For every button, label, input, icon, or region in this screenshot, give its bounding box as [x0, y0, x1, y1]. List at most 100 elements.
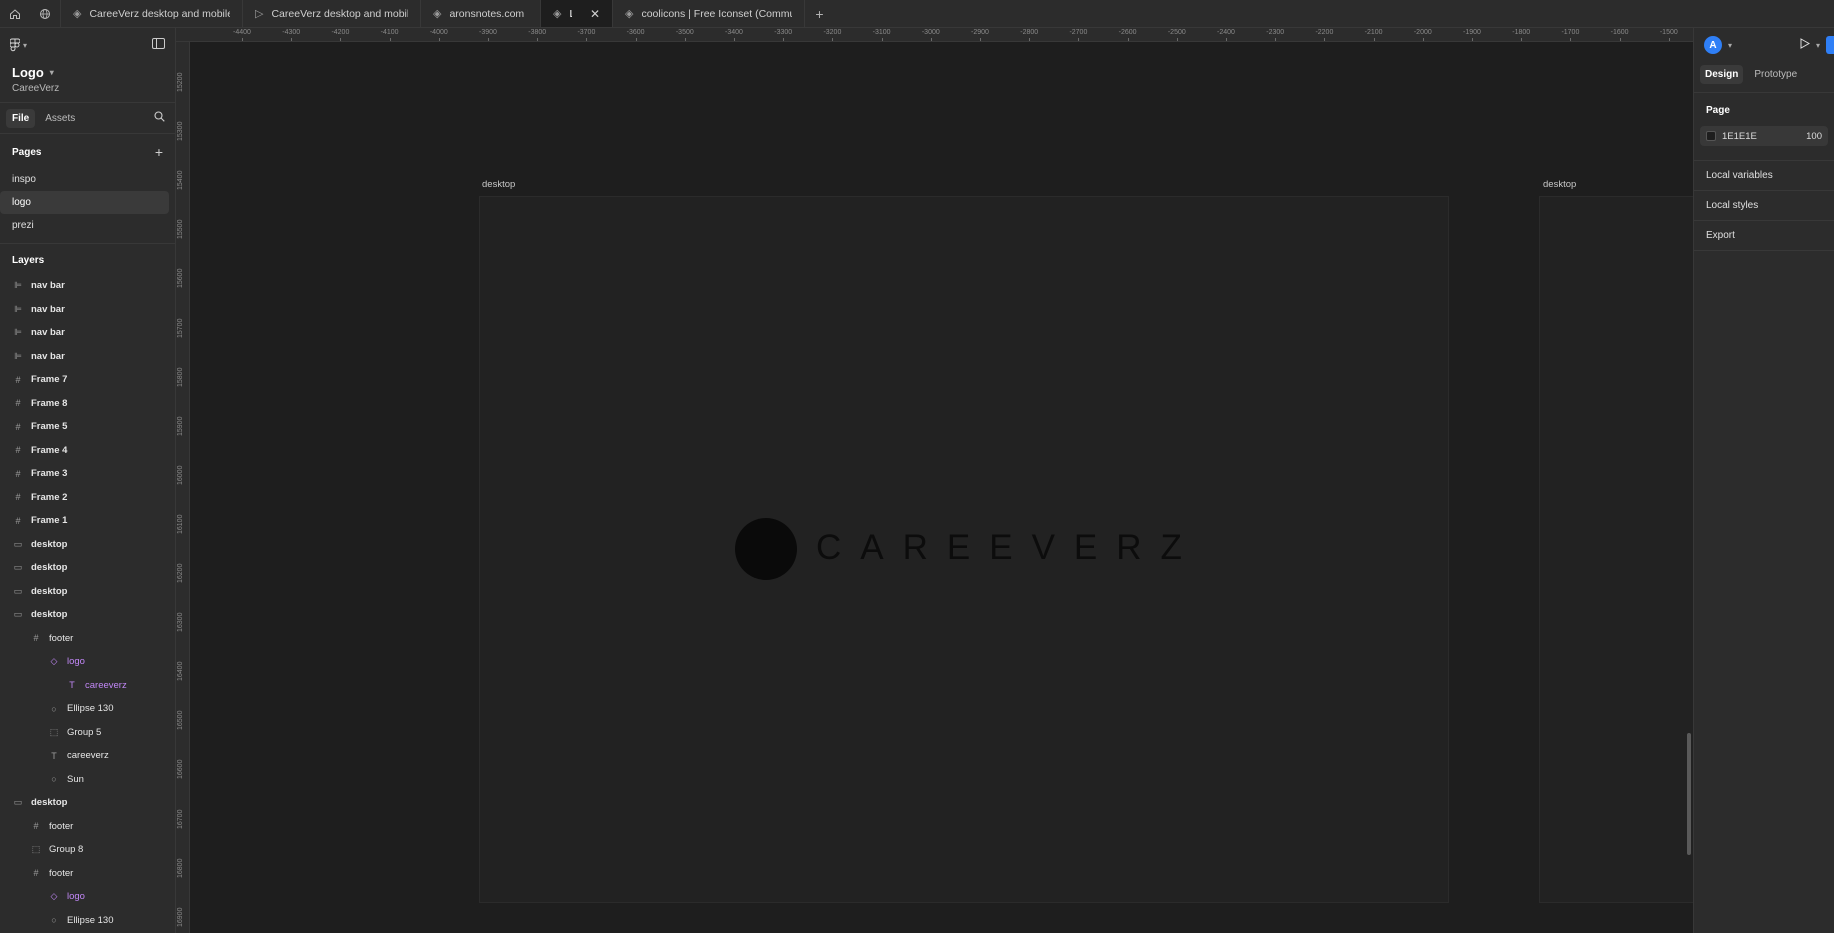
layer-name: Frame 3 — [31, 468, 68, 480]
present-play-icon[interactable] — [1800, 38, 1811, 52]
layer-name: desktop — [31, 585, 68, 597]
page-color-hex[interactable]: 1E1E1E — [1722, 131, 1757, 142]
tab-design[interactable]: Design — [1700, 64, 1744, 84]
ruler-tick-label: 16000 — [177, 465, 184, 485]
layer-row[interactable]: ▭ desktop — [0, 603, 175, 627]
layer-row[interactable]: Tcareeverz — [0, 674, 175, 698]
frame-label[interactable]: desktop — [1543, 179, 1576, 190]
ruler-tick-label: -3600 — [626, 29, 645, 36]
export-row[interactable]: Export — [1694, 220, 1834, 250]
tab-prototype[interactable]: Prototype — [1749, 65, 1802, 84]
ruler-tick-label: 16800 — [177, 858, 184, 878]
layer-row[interactable]: ◇ logo — [0, 885, 175, 909]
layer-row[interactable]: ▭ desktop — [0, 556, 175, 580]
pages-list: inspo logo prezi — [0, 168, 175, 237]
ruler-tick-label: -2100 — [1364, 29, 1383, 36]
home-icon[interactable] — [0, 0, 30, 27]
local-styles-row[interactable]: Local styles — [1694, 190, 1834, 220]
layer-name: careeverz — [67, 750, 109, 762]
layer-row[interactable]: # Frame 1 — [0, 509, 175, 533]
page-item-logo[interactable]: logo — [0, 191, 169, 214]
page-item-prezi[interactable]: prezi — [0, 214, 169, 237]
page-opacity[interactable]: 100 — [1806, 131, 1822, 142]
page-color-field[interactable]: 1E1E1E 100 — [1700, 126, 1828, 146]
layer-row[interactable]: ○ Ellipse 130 — [0, 697, 175, 721]
layer-row[interactable]: ▭ desktop — [0, 791, 175, 815]
page-item-inspo[interactable]: inspo — [0, 168, 169, 191]
ruler-tick-mark — [291, 38, 293, 41]
layer-row[interactable]: # footer — [0, 815, 175, 839]
layer-name: desktop — [31, 797, 68, 809]
logo-ellipse[interactable] — [735, 518, 797, 580]
new-tab-plus-icon[interactable]: + — [804, 0, 834, 27]
file-name-menu[interactable]: Logo ▾ — [0, 65, 175, 80]
ruler-tick-label: -1700 — [1561, 29, 1580, 36]
layer-row[interactable]: ▭ desktop — [0, 580, 175, 604]
ruler-tick-label: 15500 — [177, 219, 184, 240]
ruler-tick-mark — [1668, 38, 1670, 41]
section-icon: ▭ — [13, 538, 23, 549]
chevron-down-icon[interactable]: ▾ — [1728, 41, 1732, 50]
frame-label[interactable]: desktop — [482, 179, 515, 190]
desktop-frame[interactable]: CAREEVERZ — [479, 196, 1449, 903]
frame-icon: # — [15, 468, 21, 479]
ruler-tick-label: -2300 — [1266, 29, 1285, 36]
ruler-tick-label: 16900 — [177, 907, 184, 927]
tab-3[interactable]: ◈ Logo ✕ — [540, 0, 612, 27]
layer-row[interactable]: # Frame 2 — [0, 486, 175, 510]
text-icon: T — [51, 750, 57, 761]
layer-row[interactable]: # Frame 3 — [0, 462, 175, 486]
layer-row[interactable]: ⬚ Group 8 — [0, 838, 175, 862]
layer-row[interactable]: ○ Sun — [0, 768, 175, 792]
ruler-tick-label: -2400 — [1217, 29, 1235, 36]
chevron-down-icon: ▾ — [49, 68, 54, 77]
add-page-plus-icon[interactable]: + — [155, 144, 163, 160]
layer-row[interactable]: ▭ desktop — [0, 533, 175, 557]
tab-4[interactable]: ◈ coolicons | Free Iconset (Community) — [612, 0, 804, 27]
tab-2[interactable]: ◈ aronsnotes.com — [420, 0, 540, 27]
layer-row[interactable]: ⊫ nav bar — [0, 345, 175, 369]
ruler-tick-mark — [488, 38, 489, 41]
frame-icon: # — [33, 633, 39, 644]
ruler-tick-label: 15300 — [177, 121, 184, 142]
ruler-tick-label: -3400 — [725, 29, 743, 36]
toggle-sidebar-icon[interactable] — [152, 38, 165, 52]
layer-row[interactable]: ○ Ellipse 130 — [0, 909, 175, 933]
color-swatch[interactable] — [1706, 131, 1716, 141]
layer-row[interactable]: Tcareeverz — [0, 744, 175, 768]
main-menu-button[interactable]: ▾ — [10, 38, 27, 52]
layer-row[interactable]: # Frame 4 — [0, 439, 175, 463]
project-name[interactable]: CareeVerz — [0, 83, 175, 94]
layer-row[interactable]: ◇ logo — [0, 650, 175, 674]
text-icon: T — [69, 680, 75, 691]
ruler-tick-mark — [1472, 38, 1473, 41]
layer-name: Frame 7 — [31, 374, 68, 386]
desktop-frame[interactable] — [1539, 196, 1693, 903]
tab-assets[interactable]: Assets — [39, 109, 81, 128]
vertical-scrollbar[interactable] — [1687, 733, 1691, 855]
tab-file[interactable]: File — [6, 108, 36, 128]
local-variables-row[interactable]: Local variables — [1694, 160, 1834, 190]
tab-1[interactable]: ▷ CareeVerz desktop and mobile UI_fina — [242, 0, 420, 27]
close-icon[interactable]: ✕ — [590, 7, 600, 21]
layer-row[interactable]: # Frame 7 — [0, 368, 175, 392]
layer-row[interactable]: ⊫ nav bar — [0, 274, 175, 298]
ruler-tick-label: -3800 — [528, 29, 547, 36]
avatar[interactable]: A — [1704, 36, 1722, 54]
canvas[interactable]: desktop CAREEVERZ desktop — [191, 43, 1693, 933]
layer-row[interactable]: ⊫ nav bar — [0, 321, 175, 345]
logo-wordmark[interactable]: CAREEVERZ — [816, 528, 1201, 568]
figma-file-icon: ◈ — [625, 8, 634, 20]
layer-row[interactable]: # Frame 5 — [0, 415, 175, 439]
layer-row[interactable]: ⬚ Group 5 — [0, 721, 175, 745]
share-button[interactable] — [1826, 36, 1834, 54]
search-icon[interactable] — [154, 111, 165, 125]
globe-icon[interactable] — [30, 0, 60, 27]
layer-row[interactable]: # footer — [0, 627, 175, 651]
chevron-down-icon[interactable]: ▾ — [1816, 41, 1820, 50]
layer-row[interactable]: # footer — [0, 862, 175, 886]
layer-row[interactable]: # Frame 8 — [0, 392, 175, 416]
ruler-tick-mark — [242, 38, 243, 41]
tab-0[interactable]: ◈ CareeVerz desktop and mobile UI_fina — [60, 0, 242, 27]
layer-row[interactable]: ⊫ nav bar — [0, 298, 175, 322]
